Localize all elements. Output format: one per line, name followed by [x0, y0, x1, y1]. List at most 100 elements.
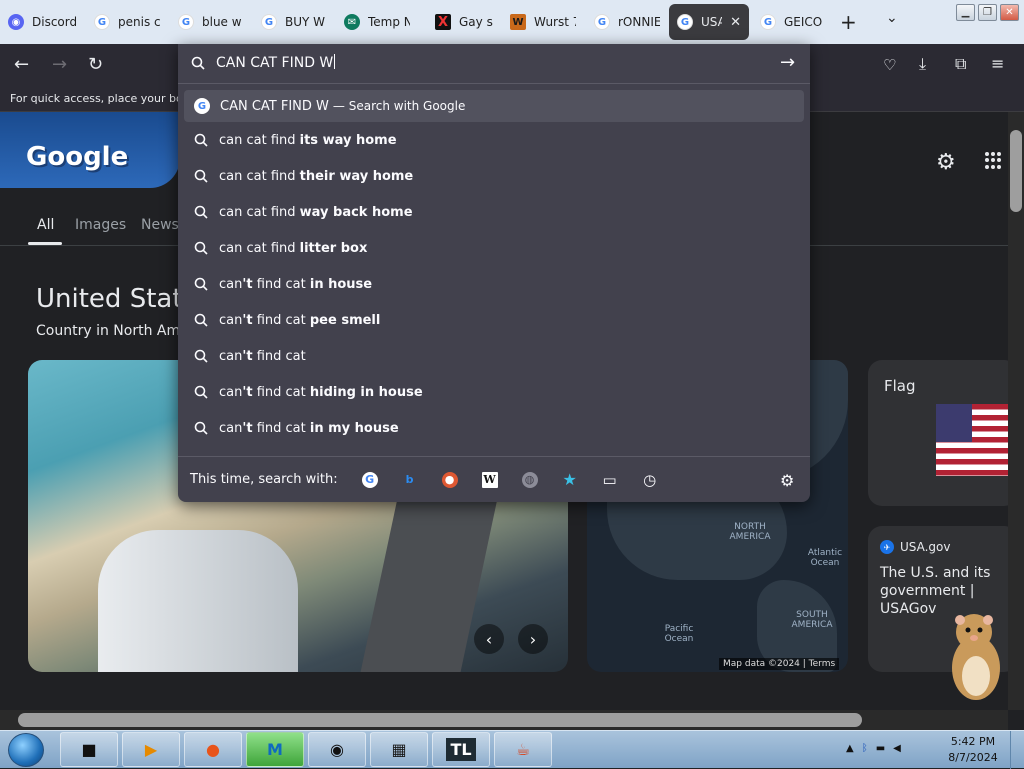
chevron-left-icon[interactable]: ‹: [474, 624, 504, 654]
close-window-icon[interactable]: ✕: [1000, 4, 1019, 21]
usagov-source-label: USA.gov: [900, 540, 951, 554]
url-bar[interactable]: CAN CAT FIND W →: [178, 44, 810, 84]
tab-label: blue w: [202, 15, 242, 29]
menu-icon[interactable]: ≡: [991, 54, 1004, 73]
suggestion-text: can't find cat: [219, 348, 306, 364]
suggestion-text: can't find cat hiding in house: [219, 384, 423, 400]
suggestion-item[interactable]: can cat find their way home: [184, 158, 804, 194]
map-label-north-america: NORTH AMERICA: [729, 522, 771, 542]
taskbar-app-malwarebytes[interactable]: M: [246, 732, 304, 767]
search-icon: [194, 385, 208, 399]
suggestion-item[interactable]: G CAN CAT FIND W — Search with Google: [184, 90, 804, 122]
tray-chevron-up-icon[interactable]: ▲: [846, 743, 854, 754]
back-arrow-icon[interactable]: ←: [14, 54, 29, 75]
suggestion-list: G CAN CAT FIND W — Search with Google ca…: [184, 90, 804, 446]
magnifier-engine-icon[interactable]: ◍: [521, 471, 538, 488]
google-engine-icon[interactable]: G: [361, 471, 378, 488]
suggestion-text: can't find cat pee smell: [219, 312, 381, 328]
tab-ronnie[interactable]: G rONNIE: [586, 4, 668, 40]
tab-images[interactable]: Images: [75, 217, 126, 233]
clock[interactable]: 5:42 PM 8/7/2024: [940, 734, 1006, 766]
tray-display-icon[interactable]: ▬: [876, 743, 885, 754]
suggestion-item[interactable]: can cat find way back home: [184, 194, 804, 230]
taskbar-app-firefox[interactable]: ●: [184, 732, 242, 767]
bing-engine-icon[interactable]: b: [402, 472, 418, 488]
url-input[interactable]: CAN CAT FIND W: [216, 54, 335, 71]
search-with-label: This time, search with:: [190, 472, 338, 487]
tray-bluetooth-icon[interactable]: ᛒ: [862, 743, 868, 754]
temp-mail-icon: ✉: [344, 14, 360, 30]
new-tab-icon[interactable]: +: [840, 10, 857, 34]
tab-geico[interactable]: G GEICO: [752, 4, 832, 40]
horizontal-scrollbar[interactable]: [0, 710, 1008, 730]
url-dropdown: CAN CAT FIND W → G CAN CAT FIND W — Sear…: [178, 44, 810, 502]
suggestion-item[interactable]: can cat find its way home: [184, 122, 804, 158]
suggestion-item[interactable]: can't find cat: [184, 338, 804, 374]
pocket-icon[interactable]: ♡: [883, 56, 896, 74]
hamster-image: [952, 614, 1000, 700]
taskbar-app-minecraft[interactable]: ▦: [370, 732, 428, 767]
tab-discord[interactable]: ◉ Discord: [0, 4, 84, 40]
search-settings-gear-icon[interactable]: ⚙: [780, 471, 794, 490]
horizontal-scrollbar-thumb[interactable]: [18, 713, 862, 727]
taskbar-app-java[interactable]: ☕: [494, 732, 552, 767]
history-clock-icon[interactable]: ◷: [642, 471, 658, 489]
taskbar-app-tl[interactable]: TL: [432, 732, 490, 767]
suggestion-item[interactable]: can't find cat pee smell: [184, 302, 804, 338]
search-icon: [194, 133, 208, 147]
settings-gear-icon[interactable]: ⚙: [936, 150, 956, 175]
system-tray: ▲ ᛒ ▬ ◀: [846, 743, 901, 754]
duckduckgo-engine-icon[interactable]: ●: [441, 471, 458, 488]
extensions-icon[interactable]: ⧉: [955, 54, 966, 74]
tab-label: GEICO: [784, 15, 823, 29]
tab-label: BUY W: [285, 15, 326, 29]
tab-all[interactable]: All: [37, 217, 54, 233]
suggestion-item[interactable]: can cat find litter box: [184, 230, 804, 266]
reload-icon[interactable]: ↻: [88, 54, 103, 75]
taskbar-app-steam[interactable]: ◉: [308, 732, 366, 767]
tab-label: USA: [701, 15, 723, 29]
minimize-window-icon[interactable]: ▁: [956, 4, 975, 21]
show-desktop-button[interactable]: [1010, 731, 1024, 769]
restore-window-icon[interactable]: ❐: [978, 4, 997, 21]
tab-news[interactable]: News: [141, 217, 179, 233]
tab-usa[interactable]: G USA ✕: [669, 4, 749, 40]
wikipedia-engine-icon[interactable]: W: [481, 471, 498, 488]
taskbar-app-black-box[interactable]: ■: [60, 732, 118, 767]
google-doodle[interactable]: Google: [0, 112, 180, 188]
go-arrow-icon[interactable]: →: [780, 52, 795, 73]
suggestion-item[interactable]: can't find cat in house: [184, 266, 804, 302]
tab-gay[interactable]: X Gay st: [419, 4, 501, 40]
suggestion-text: can't find cat in my house: [219, 420, 399, 436]
scrollbar-thumb[interactable]: [1010, 130, 1022, 212]
taskbar-app-media-player[interactable]: ▶: [122, 732, 180, 767]
flag-card[interactable]: Flag: [868, 360, 1008, 506]
apps-grid-icon[interactable]: [985, 152, 1003, 170]
tabs-icon[interactable]: ▭: [602, 471, 618, 489]
wurst-icon: W: [510, 14, 526, 30]
tray-volume-icon[interactable]: ◀: [893, 743, 901, 754]
tab-penis[interactable]: G penis c: [86, 4, 168, 40]
tab-temp[interactable]: ✉ Temp N: [336, 4, 418, 40]
suggestion-text: can cat find its way home: [219, 132, 397, 148]
windows-start-icon[interactable]: [8, 733, 44, 767]
chevron-right-icon[interactable]: ›: [518, 624, 548, 654]
chevron-down-icon[interactable]: ⌄: [886, 10, 898, 26]
forward-arrow-icon[interactable]: →: [52, 54, 67, 75]
download-icon[interactable]: ⤓: [919, 54, 926, 74]
clock-time: 5:42 PM: [950, 735, 996, 748]
clock-date: 8/7/2024: [948, 751, 998, 764]
tab-wurst[interactable]: W Wurst 7: [502, 4, 584, 40]
bookmarks-star-icon[interactable]: ★: [562, 470, 578, 489]
map-terms-link[interactable]: Terms: [809, 659, 836, 669]
tab-buy[interactable]: G BUY W: [253, 4, 335, 40]
close-tab-icon[interactable]: ✕: [730, 15, 741, 30]
suggestion-item[interactable]: can't find cat in my house: [184, 410, 804, 446]
search-icon: [194, 349, 208, 363]
tab-blue[interactable]: G blue w: [170, 4, 252, 40]
suggestion-suffix: — Search with Google: [332, 99, 466, 113]
tab-strip: ◉ Discord G penis c G blue w G BUY W ✉ T…: [0, 0, 1024, 44]
suggestion-item[interactable]: can't find cat hiding in house: [184, 374, 804, 410]
doodle-text: Google: [26, 142, 129, 172]
vertical-scrollbar[interactable]: [1008, 112, 1024, 710]
